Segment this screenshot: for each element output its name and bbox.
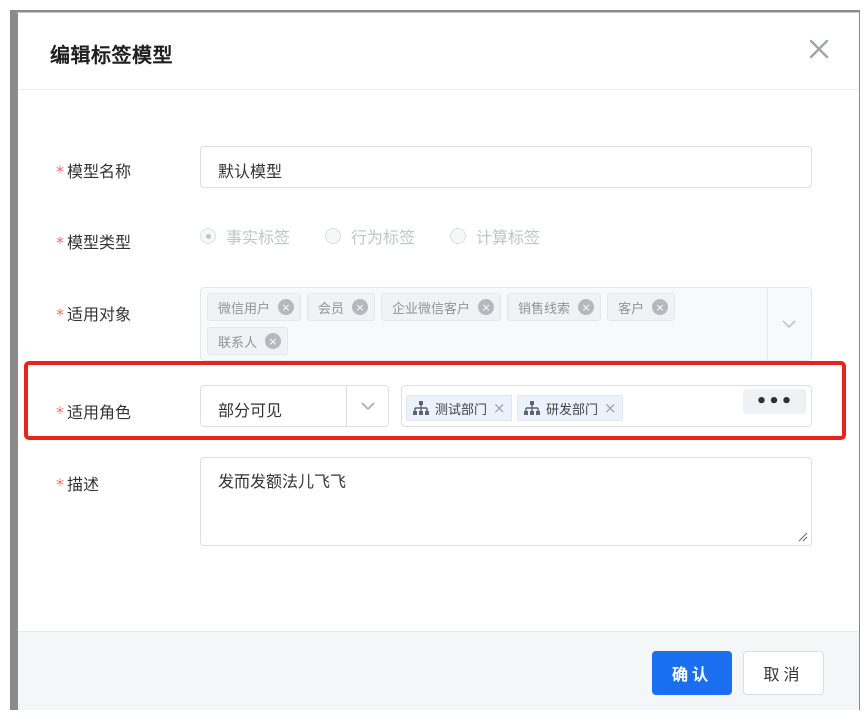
object-tag: 会员 × (307, 293, 376, 321)
required-mark: * (56, 305, 64, 324)
model-name-label-text: 模型名称 (67, 162, 132, 181)
description-label: * 描述 (56, 471, 99, 495)
applicable-objects-label: * 适用对象 (56, 301, 131, 325)
cancel-button[interactable]: 取消 (743, 651, 824, 695)
radio-computed-tag[interactable]: 计算标签 (450, 224, 540, 248)
divider (346, 386, 347, 426)
model-name-value: 默认模型 (218, 162, 283, 181)
radio-behavior-tag[interactable]: 行为标签 (325, 224, 415, 248)
applicable-role-label: * 适用角色 (56, 399, 131, 423)
department-tag-label: 测试部门 (435, 402, 488, 418)
object-tag-label: 会员 (318, 301, 345, 317)
tag-close-icon[interactable]: × (352, 299, 369, 315)
resize-grip-icon[interactable] (796, 530, 808, 542)
applicable-objects-tags: 微信用户 × 会员 × 企业微信客户 × 销售线索 × 客户 × 联系人 × (207, 293, 763, 361)
more-button[interactable]: ••• (743, 389, 806, 414)
radio-fact-tag-label: 事实标签 (226, 228, 291, 247)
object-tag-label: 销售线索 (518, 301, 571, 317)
radio-dot (325, 228, 342, 244)
radio-behavior-tag-label: 行为标签 (351, 228, 416, 247)
model-name-input[interactable]: 默认模型 (200, 146, 812, 188)
edit-tag-model-dialog: 编辑标签模型 * 模型名称 默认模型 * 模型类型 事实标签 行为标签 计算标签 * (16, 12, 859, 710)
model-name-label: * 模型名称 (56, 158, 131, 182)
dialog-header: 编辑标签模型 (18, 13, 859, 90)
applicable-objects-select[interactable]: 微信用户 × 会员 × 企业微信客户 × 销售线索 × 客户 × 联系人 × (200, 287, 812, 361)
tag-close-icon[interactable]: × (604, 399, 617, 417)
radio-dot-selected (200, 228, 216, 244)
org-tree-icon (524, 401, 540, 415)
object-tag-label: 微信用户 (218, 301, 271, 317)
radio-dot (450, 228, 467, 244)
required-mark: * (56, 233, 64, 252)
object-tag: 联系人 × (207, 327, 289, 355)
model-type-label: * 模型类型 (56, 229, 131, 253)
required-mark: * (56, 162, 64, 181)
model-type-radio-group: 事实标签 行为标签 计算标签 (200, 224, 575, 248)
object-tag-label: 客户 (618, 301, 645, 317)
radio-computed-tag-label: 计算标签 (476, 228, 541, 247)
applicable-role-label-text: 适用角色 (67, 403, 132, 422)
object-tag-label: 联系人 (218, 335, 258, 351)
description-value: 发而发额法儿飞飞 (218, 472, 347, 491)
object-tag-label: 企业微信客户 (392, 301, 471, 317)
required-mark: * (56, 475, 64, 494)
chevron-down-icon[interactable] (777, 312, 801, 336)
department-tag: 测试部门 × (406, 395, 512, 421)
object-tag: 企业微信客户 × (381, 293, 502, 321)
visibility-select[interactable]: 部分可见 (200, 385, 389, 427)
tag-close-icon[interactable]: × (493, 399, 506, 417)
radio-fact-tag[interactable]: 事实标签 (200, 224, 290, 248)
tag-close-icon[interactable]: × (578, 299, 595, 315)
description-label-text: 描述 (67, 475, 100, 494)
dialog-footer: 确认 取消 (18, 631, 859, 710)
divider (767, 288, 768, 360)
department-tag: 研发部门 × (517, 395, 623, 421)
required-mark: * (56, 403, 64, 422)
dialog-title: 编辑标签模型 (50, 43, 173, 67)
close-icon (809, 39, 829, 59)
model-type-label-text: 模型类型 (67, 233, 132, 252)
tag-close-icon[interactable]: × (652, 299, 669, 315)
description-textarea[interactable]: 发而发额法儿飞飞 (200, 457, 812, 546)
object-tag: 销售线索 × (507, 293, 602, 321)
department-picker[interactable]: 测试部门 × 研发部门 × ••• (401, 385, 812, 427)
org-tree-icon (413, 401, 429, 415)
object-tag: 微信用户 × (207, 293, 302, 321)
department-tag-label: 研发部门 (546, 402, 599, 418)
confirm-button[interactable]: 确认 (652, 651, 732, 695)
tag-close-icon[interactable]: × (265, 333, 282, 349)
applicable-objects-label-text: 适用对象 (67, 305, 132, 324)
tag-close-icon[interactable]: × (278, 299, 295, 315)
close-button[interactable] (805, 35, 833, 63)
object-tag: 客户 × (607, 293, 676, 321)
visibility-value: 部分可见 (218, 401, 283, 420)
chevron-down-icon (361, 402, 375, 411)
tag-close-icon[interactable]: × (478, 299, 495, 315)
